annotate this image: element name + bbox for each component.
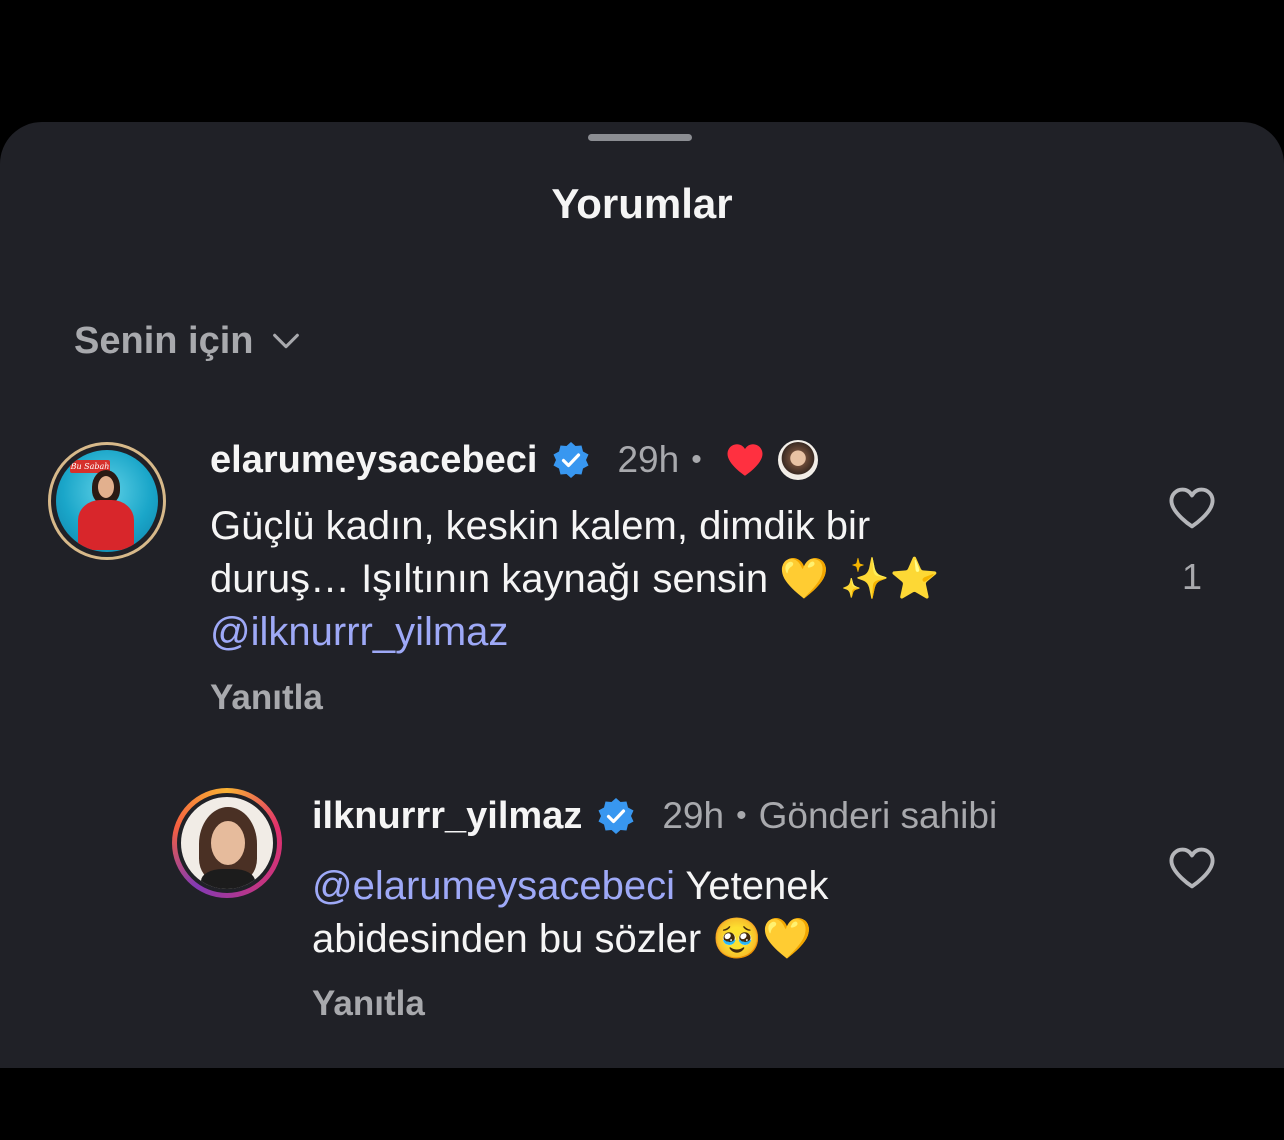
sheet-drag-handle[interactable] — [588, 134, 692, 141]
sort-label: Senin için — [74, 319, 254, 362]
comment-text-line: @elarumeysacebeci Yetenek — [312, 860, 1132, 913]
author-label: Gönderi sahibi — [758, 795, 998, 836]
meta-separator: • — [691, 443, 702, 476]
creator-heart-icon — [727, 444, 763, 476]
comment-username[interactable]: ilknurrr_yilmaz — [312, 795, 582, 838]
avatar-image: Bu Sabah — [56, 450, 158, 552]
bottom-bar-area — [0, 1068, 1284, 1140]
avatar[interactable] — [172, 788, 282, 898]
comment-body: Güçlü kadın, keskin kalem, dimdik bir du… — [210, 500, 1110, 659]
avatar-person-body — [201, 869, 255, 889]
comment-text-line: duruş… Işıltının kaynağı sensin 💛 ✨⭐ — [210, 557, 940, 601]
mention-link[interactable]: @ilknurrr_yilmaz — [210, 606, 1110, 659]
comment-body: @elarumeysacebeci Yetenek abidesinden bu… — [312, 860, 1132, 966]
heart-icon[interactable] — [1166, 482, 1218, 534]
like-count: 1 — [1181, 556, 1203, 597]
sheet-title: Yorumlar — [551, 180, 733, 227]
reply-button[interactable]: Yanıtla — [210, 678, 323, 718]
avatar-person-body — [78, 500, 134, 550]
reply-button[interactable]: Yanıtla — [312, 984, 425, 1024]
creator-mini-avatar — [777, 440, 818, 480]
comment-timestamp: 29h — [617, 439, 680, 480]
comment-text-line: Güçlü kadın, keskin kalem, dimdik bir — [210, 504, 871, 548]
comment-username[interactable]: elarumeysacebeci — [210, 439, 537, 482]
heart-icon[interactable] — [1166, 842, 1218, 894]
mention-link[interactable]: @elarumeysacebeci — [312, 864, 675, 908]
sort-dropdown[interactable]: Senin için — [74, 318, 303, 364]
comment-text: Yetenek — [675, 864, 829, 908]
comment-header: ilknurrr_yilmaz 29h • Gönderi sahibi — [312, 790, 997, 842]
status-bar-area — [0, 0, 1284, 122]
avatar-person-face — [211, 821, 245, 865]
avatar-image — [177, 793, 277, 893]
meta-separator: • — [736, 799, 747, 832]
avatar[interactable]: Bu Sabah — [48, 442, 166, 560]
avatar-person-face — [98, 476, 114, 498]
comment-text-line: abidesinden bu sözler 🥹💛 — [312, 917, 812, 961]
comment-timestamp: 29h — [662, 795, 725, 836]
verified-badge-icon — [553, 442, 589, 478]
comment-header: elarumeysacebeci 29h • — [210, 434, 818, 486]
chevron-down-icon — [273, 333, 300, 349]
verified-badge-icon — [598, 798, 634, 834]
